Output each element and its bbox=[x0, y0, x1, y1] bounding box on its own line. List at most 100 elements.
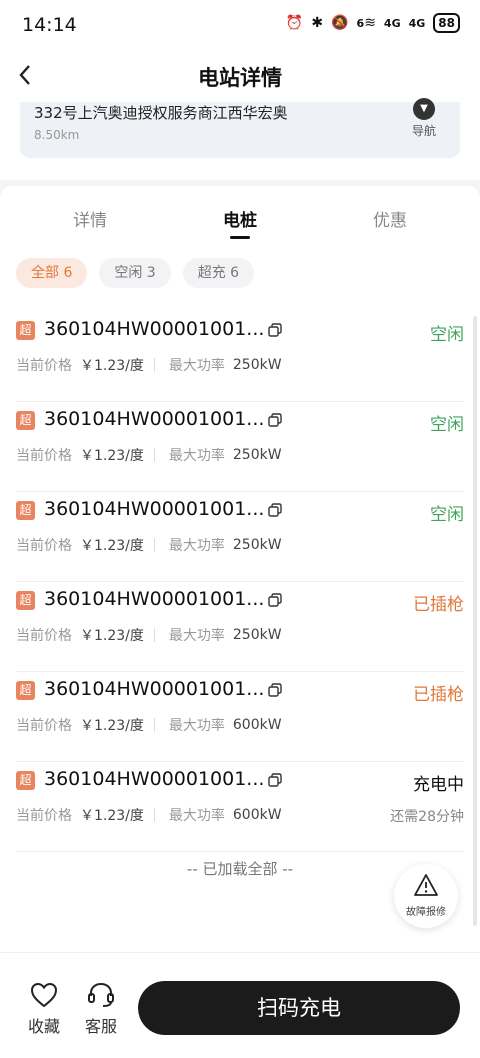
copy-icon[interactable] bbox=[268, 593, 282, 607]
navigate-button[interactable]: ▼ 导航 bbox=[404, 98, 444, 138]
pile-meta: 当前价格 ￥1.23/度 最大功率 600kW bbox=[16, 805, 282, 825]
divider bbox=[153, 628, 155, 642]
pile-meta: 当前价格 ￥1.23/度 最大功率 600kW bbox=[16, 715, 282, 735]
pile-status: 充电中 bbox=[413, 775, 464, 795]
signal-icon-1: 4G bbox=[383, 16, 401, 30]
header: 电站详情 bbox=[0, 50, 480, 102]
divider bbox=[153, 718, 155, 732]
divider bbox=[153, 448, 155, 462]
wifi-icon: 6≋ bbox=[356, 15, 376, 31]
scrollbar[interactable] bbox=[473, 316, 477, 926]
pile-id: 360104HW00001001... bbox=[44, 768, 265, 790]
navigation-icon: ▼ bbox=[413, 98, 435, 120]
pile-item[interactable]: 超 360104HW00001001... 已插枪 当前价格 ￥1.23/度 最… bbox=[16, 672, 464, 762]
price-value: ￥1.23/度 bbox=[80, 808, 144, 824]
price-label: 当前价格 bbox=[16, 448, 72, 464]
price-value: ￥1.23/度 bbox=[80, 628, 144, 644]
pile-status: 空闲 bbox=[430, 415, 464, 435]
fault-report-label: 故障报修 bbox=[406, 907, 446, 918]
bluetooth-icon: ✱ bbox=[311, 15, 324, 31]
super-charge-badge: 超 bbox=[16, 411, 35, 430]
warning-icon bbox=[414, 874, 438, 896]
filter-all[interactable]: 全部 6 bbox=[16, 258, 88, 288]
price-label: 当前价格 bbox=[16, 628, 72, 644]
pile-meta: 当前价格 ￥1.23/度 最大功率 250kW bbox=[16, 445, 282, 465]
status-time: 14:14 bbox=[22, 14, 77, 36]
pile-meta: 当前价格 ￥1.23/度 最大功率 250kW bbox=[16, 355, 282, 375]
copy-icon[interactable] bbox=[268, 503, 282, 517]
status-icons: ⏰ ✱ 🔕 6≋ 4G 4G 88 bbox=[286, 13, 460, 33]
power-value: 600kW bbox=[232, 807, 282, 823]
tab-piles[interactable]: 电桩 bbox=[180, 206, 300, 239]
pile-item[interactable]: 超 360104HW00001001... 已插枪 当前价格 ￥1.23/度 最… bbox=[16, 582, 464, 672]
price-value: ￥1.23/度 bbox=[80, 538, 144, 554]
power-label: 最大功率 bbox=[168, 808, 225, 824]
divider bbox=[153, 808, 155, 822]
tab-piles-label: 电桩 bbox=[223, 211, 257, 231]
pile-status: 空闲 bbox=[430, 505, 464, 525]
pile-list: 超 360104HW00001001... 空闲 当前价格 ￥1.23/度 最大… bbox=[16, 312, 464, 852]
divider bbox=[153, 358, 155, 372]
favorite-button[interactable]: 收藏 bbox=[20, 981, 68, 1037]
bottom-bar: 收藏 客服 扫码充电 bbox=[0, 952, 480, 1058]
power-label: 最大功率 bbox=[168, 718, 225, 734]
filter-super-charge[interactable]: 超充 6 bbox=[182, 258, 255, 288]
pile-id: 360104HW00001001... bbox=[44, 588, 265, 610]
filter-free[interactable]: 空闲 3 bbox=[99, 258, 171, 288]
price-label: 当前价格 bbox=[16, 718, 72, 734]
battery-icon: 88 bbox=[433, 13, 460, 33]
power-value: 250kW bbox=[232, 447, 282, 463]
alarm-icon: ⏰ bbox=[285, 15, 304, 31]
pile-item[interactable]: 超 360104HW00001001... 空闲 当前价格 ￥1.23/度 最大… bbox=[16, 492, 464, 582]
power-label: 最大功率 bbox=[168, 358, 225, 374]
main-panel: 详情 电桩 优惠 全部 6 空闲 3 超充 6 超 360104HW000010… bbox=[0, 186, 480, 952]
signal-icon-2: 4G bbox=[408, 16, 426, 30]
fault-report-button[interactable]: 故障报修 bbox=[394, 864, 458, 928]
pile-meta: 当前价格 ￥1.23/度 最大功率 250kW bbox=[16, 535, 282, 555]
heart-icon bbox=[30, 982, 58, 1008]
pile-id: 360104HW00001001... bbox=[44, 678, 265, 700]
customer-service-button[interactable]: 客服 bbox=[77, 981, 125, 1037]
price-label: 当前价格 bbox=[16, 538, 72, 554]
super-charge-badge: 超 bbox=[16, 681, 35, 700]
power-value: 250kW bbox=[232, 537, 282, 553]
navigate-label: 导航 bbox=[411, 124, 436, 138]
pile-item[interactable]: 超 360104HW00001001... 充电中 当前价格 ￥1.23/度 最… bbox=[16, 762, 464, 852]
price-value: ￥1.23/度 bbox=[80, 358, 144, 374]
pile-id: 360104HW00001001... bbox=[44, 318, 265, 340]
page-title: 电站详情 bbox=[198, 66, 282, 90]
pile-status: 已插枪 bbox=[413, 595, 464, 615]
super-charge-badge: 超 bbox=[16, 771, 35, 790]
price-label: 当前价格 bbox=[16, 808, 72, 824]
status-bar: 14:14 ⏰ ✱ 🔕 6≋ 4G 4G 88 bbox=[0, 0, 480, 50]
pile-status: 已插枪 bbox=[413, 685, 464, 705]
power-label: 最大功率 bbox=[168, 448, 225, 464]
pile-id: 360104HW00001001... bbox=[44, 408, 265, 430]
scan-charge-button[interactable]: 扫码充电 bbox=[138, 981, 460, 1035]
power-value: 250kW bbox=[232, 357, 282, 373]
tab-offers[interactable]: 优惠 bbox=[330, 206, 450, 231]
copy-icon[interactable] bbox=[268, 413, 282, 427]
favorite-label: 收藏 bbox=[27, 1017, 60, 1036]
station-name: 332号上汽奥迪授权服务商江西华宏奥 bbox=[34, 104, 288, 122]
tab-bar: 详情 电桩 优惠 bbox=[0, 206, 480, 246]
mute-icon: 🔕 bbox=[331, 15, 349, 31]
tab-underline bbox=[230, 236, 250, 239]
price-value: ￥1.23/度 bbox=[80, 448, 144, 464]
remaining-time: 还需28分钟 bbox=[390, 809, 464, 825]
copy-icon[interactable] bbox=[268, 773, 282, 787]
filter-chips: 全部 6 空闲 3 超充 6 bbox=[16, 258, 255, 288]
power-label: 最大功率 bbox=[168, 628, 225, 644]
power-label: 最大功率 bbox=[168, 538, 225, 554]
pile-item[interactable]: 超 360104HW00001001... 空闲 当前价格 ￥1.23/度 最大… bbox=[16, 312, 464, 402]
pile-item[interactable]: 超 360104HW00001001... 空闲 当前价格 ￥1.23/度 最大… bbox=[16, 402, 464, 492]
headset-icon bbox=[88, 982, 114, 1007]
copy-icon[interactable] bbox=[268, 683, 282, 697]
customer-service-label: 客服 bbox=[84, 1017, 117, 1036]
tab-details[interactable]: 详情 bbox=[30, 206, 150, 231]
copy-icon[interactable] bbox=[268, 323, 282, 337]
station-info-section: 332号上汽奥迪授权服务商江西华宏奥 8.50km ▼ 导航 bbox=[0, 98, 480, 180]
power-value: 600kW bbox=[232, 717, 282, 733]
price-label: 当前价格 bbox=[16, 358, 72, 374]
station-card: 332号上汽奥迪授权服务商江西华宏奥 8.50km ▼ 导航 bbox=[20, 98, 460, 158]
